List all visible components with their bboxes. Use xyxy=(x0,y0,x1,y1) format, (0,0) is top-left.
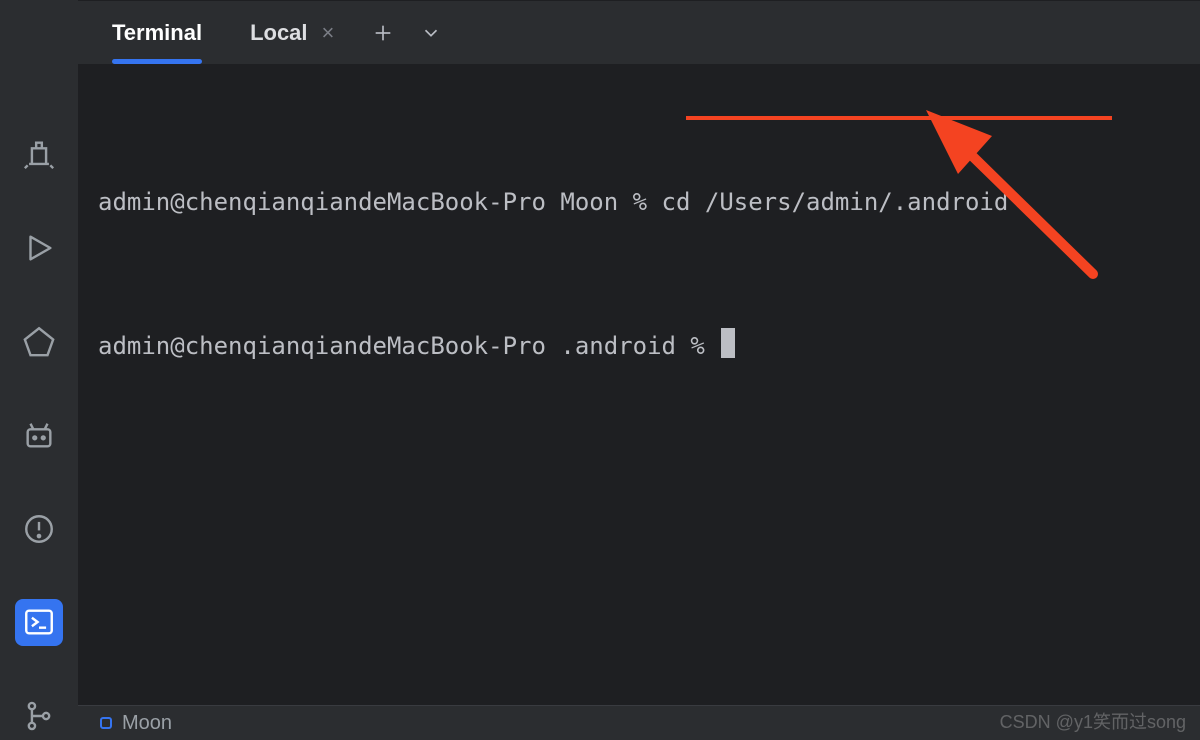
close-icon[interactable]: × xyxy=(322,20,335,46)
terminal-icon[interactable] xyxy=(15,599,63,647)
problems-icon[interactable] xyxy=(15,505,63,553)
new-tab-button[interactable] xyxy=(368,18,398,48)
main-area: Terminal Local × admin@chenqianqiandeMac… xyxy=(78,0,1200,740)
activity-bar xyxy=(0,0,78,740)
terminal-command: cd /Users/admin/.android xyxy=(662,188,1009,216)
tab-actions xyxy=(358,1,446,64)
project-icon xyxy=(100,717,112,729)
run-icon[interactable] xyxy=(15,224,63,272)
terminal-line: admin@chenqianqiandeMacBook-Pro Moon % c… xyxy=(98,178,1180,226)
logcat-icon[interactable] xyxy=(15,411,63,459)
tab-dropdown-button[interactable] xyxy=(416,18,446,48)
vcs-icon[interactable] xyxy=(15,692,63,740)
build-icon[interactable] xyxy=(15,130,63,178)
tab-label: Local xyxy=(250,20,307,46)
tab-label: Terminal xyxy=(112,20,202,46)
tab-terminal[interactable]: Terminal xyxy=(88,1,226,64)
terminal-line: admin@chenqianqiandeMacBook-Pro .android… xyxy=(98,322,1180,370)
terminal-tab-bar: Terminal Local × xyxy=(78,0,1200,64)
terminal-prompt: admin@chenqianqiandeMacBook-Pro Moon % xyxy=(98,188,662,216)
terminal-prompt: admin@chenqianqiandeMacBook-Pro .android… xyxy=(98,332,719,360)
profiler-icon[interactable] xyxy=(15,317,63,365)
terminal-cursor xyxy=(721,328,735,358)
tab-local[interactable]: Local × xyxy=(226,1,358,64)
status-bar: Moon xyxy=(78,705,1200,740)
terminal-view[interactable]: admin@chenqianqiandeMacBook-Pro Moon % c… xyxy=(78,64,1200,705)
annotation-underline xyxy=(686,116,1112,120)
project-name[interactable]: Moon xyxy=(122,712,172,735)
